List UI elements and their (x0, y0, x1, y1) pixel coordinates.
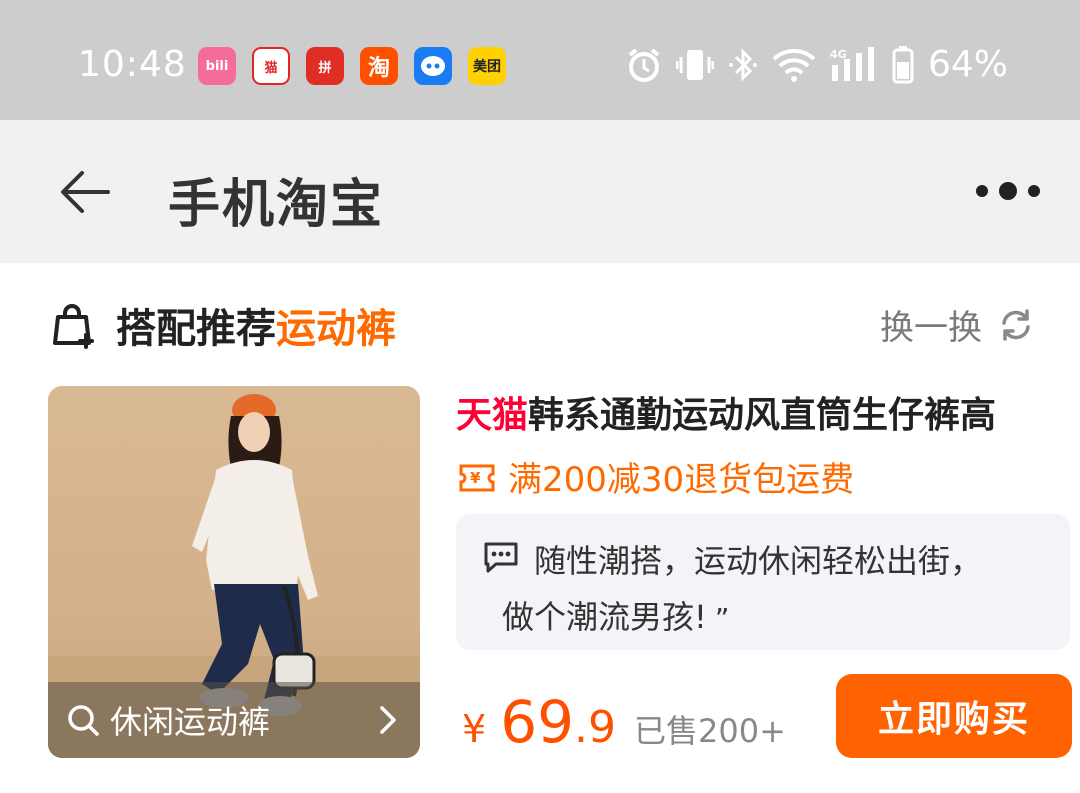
tmall-icon: 猫 (252, 47, 290, 85)
price-decimal: .9 (574, 702, 616, 753)
refresh-button[interactable]: 换一换 (880, 300, 1034, 349)
meituan-icon: 美团 (468, 47, 506, 85)
app-header: 手机淘宝 (0, 120, 1080, 263)
svg-text:¥: ¥ (470, 469, 481, 487)
promo-text: 满200减30退货包运费 (508, 460, 855, 500)
sold-count: 已售200+ (633, 712, 786, 750)
bilibili-icon: bili (198, 47, 236, 85)
chevron-right-icon (380, 706, 396, 734)
image-search-bar[interactable]: 休闲运动裤 (48, 682, 420, 758)
price-integer: 69 (500, 688, 574, 756)
battery-percent: 64% (927, 44, 1008, 85)
section-accent: 运动裤 (276, 306, 396, 352)
refresh-icon (1002, 308, 1030, 341)
image-search-label: 休闲运动裤 (110, 703, 271, 741)
more-options-button[interactable] (976, 175, 1040, 207)
bluetooth-icon (728, 47, 757, 82)
review-text-line2-content: 做个潮流男孩! (502, 598, 707, 636)
page-title: 手机淘宝 (168, 175, 385, 235)
system-icons: 4G 64% (626, 44, 1008, 85)
pinduoduo-icon: 拼 (306, 47, 344, 85)
status-bar: 10:48 bili 猫 拼 淘 美团 4G 64% (0, 0, 1080, 120)
buy-now-button[interactable]: 立即购买 (836, 674, 1072, 758)
vibrate-icon (675, 49, 714, 80)
section-title: 搭配推荐 (116, 306, 276, 352)
more-dot-icon (999, 182, 1017, 200)
clock: 10:48 (78, 44, 187, 85)
product-title[interactable]: 天猫韩系通勤运动风直筒生仔裤高 (456, 386, 1056, 436)
review-text-line2: 做个潮流男孩!” (502, 592, 729, 638)
refresh-label: 换一换 (880, 308, 982, 348)
comment-icon (484, 542, 518, 573)
product-title-text: 韩系通勤运动风直筒生仔裤高 (528, 395, 997, 436)
currency-symbol: ¥ (462, 707, 487, 751)
search-icon (68, 705, 99, 736)
more-dot-icon (1028, 185, 1040, 197)
price-row: ¥ 69 .9 已售200+ (462, 688, 786, 756)
taobao-icon: 淘 (360, 47, 398, 85)
bot-icon (414, 47, 452, 85)
promo-row: ¥ 满200减30退货包运费 (458, 452, 854, 501)
review-text-line1: 随性潮搭，运动休闲轻松出街， (534, 542, 983, 580)
coupon-icon: ¥ (459, 464, 495, 491)
back-arrow-icon (61, 171, 110, 213)
review-box: 随性潮搭，运动休闲轻松出街， 做个潮流男孩!” (456, 514, 1070, 650)
tmall-tag: 天猫 (456, 395, 529, 436)
battery-icon (892, 45, 914, 83)
back-button[interactable] (58, 165, 112, 219)
wifi-icon (772, 48, 816, 82)
product-image[interactable]: 休闲运动裤 (48, 386, 420, 758)
notification-app-icons: bili 猫 拼 淘 美团 (198, 47, 506, 85)
alarm-icon (628, 47, 660, 82)
signal-4g-icon: 4G (830, 46, 874, 81)
section-header: 搭配推荐 运动裤 (50, 296, 396, 354)
more-dot-icon (976, 185, 988, 197)
quote-icon: ” (714, 602, 730, 635)
shopping-bag-icon (53, 304, 94, 349)
